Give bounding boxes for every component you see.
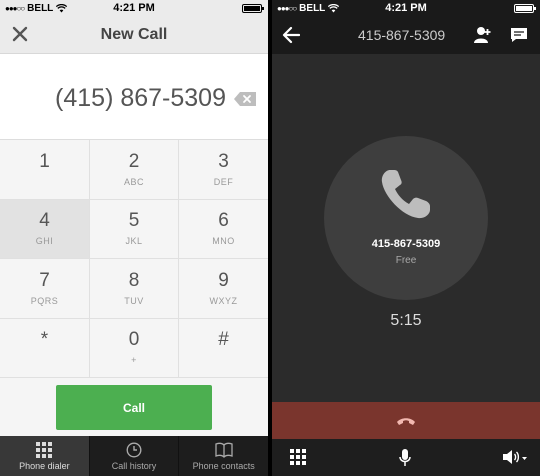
- wifi-icon: [328, 3, 340, 12]
- key-0[interactable]: 0 +: [90, 318, 179, 378]
- back-arrow-icon[interactable]: [282, 26, 300, 44]
- dialer-header: New Call: [0, 16, 268, 54]
- call-controls: [272, 439, 540, 476]
- header-number: 415-867-5309: [358, 27, 446, 43]
- status-time: 4:21 PM: [385, 2, 427, 14]
- key-5[interactable]: 5 JKL: [90, 199, 179, 259]
- call-body: 415-867-5309 Free 5:15: [272, 54, 540, 402]
- keypad: 1 2 ABC 3 DEF 4 GHI 5 JKL 6 MNO 7 PQRS 8 TUV 9W…: [0, 140, 268, 378]
- status-time: 4:21 PM: [113, 2, 155, 14]
- key-3[interactable]: 3 DEF: [179, 140, 268, 200]
- hang-up-icon: [397, 417, 415, 425]
- battery-icon: [514, 4, 536, 13]
- microphone-icon[interactable]: [399, 449, 411, 467]
- call-area: Call: [0, 378, 268, 436]
- call-type: Free: [395, 255, 417, 266]
- key-7[interactable]: 7 PQRS: [0, 259, 90, 319]
- tab-label: Phone dialer: [19, 460, 70, 471]
- backspace-icon[interactable]: [234, 92, 256, 106]
- key-9[interactable]: 9 WXYZ: [179, 259, 268, 319]
- page-title: New Call: [100, 25, 168, 43]
- key-4[interactable]: 4 GHI: [0, 199, 90, 259]
- key-6[interactable]: 6 MNO: [179, 200, 268, 259]
- number-display: (415) 867-5309: [0, 55, 268, 140]
- key-star[interactable]: *: [0, 318, 90, 378]
- phone-icon: [381, 170, 430, 219]
- key-1[interactable]: 1: [0, 140, 90, 200]
- tab-call-history[interactable]: Call history: [90, 436, 180, 476]
- carrier-name: BELL: [27, 2, 54, 14]
- call-button[interactable]: Call: [56, 385, 212, 430]
- key-8[interactable]: 8 TUV: [90, 259, 179, 319]
- key-2[interactable]: 2 ABC: [90, 140, 179, 200]
- carrier-name: BELL: [299, 2, 326, 14]
- add-contact-icon[interactable]: [474, 26, 492, 44]
- signal-icon: ●●●○○: [277, 3, 297, 13]
- call-timer: 5:15: [390, 312, 422, 329]
- tab-phone-contacts[interactable]: Phone contacts: [179, 436, 268, 476]
- key-hash[interactable]: #: [179, 319, 268, 378]
- tab-label: Phone contacts: [192, 460, 255, 471]
- end-call-button[interactable]: [272, 402, 540, 439]
- wifi-icon: [56, 3, 68, 12]
- tab-phone-dialer[interactable]: Phone dialer: [0, 436, 90, 476]
- in-call-screen: ●●●○○ BELL 4:21 PM 415-867-5309 415-867-…: [272, 0, 540, 476]
- book-icon: [215, 442, 233, 458]
- close-icon[interactable]: [10, 24, 30, 44]
- tab-label: Call history: [111, 460, 157, 471]
- call-header: 415-867-5309: [272, 16, 540, 54]
- dialed-number: (415) 867-5309: [55, 84, 226, 112]
- keypad-grid-icon[interactable]: [290, 449, 306, 465]
- keypad-grid-icon: [36, 441, 53, 458]
- dialer-screen: ●●●○○ BELL 4:21 PM New Call (415) 867-53…: [0, 0, 268, 476]
- tab-bar: Phone dialer Call history Phone contacts: [0, 436, 268, 476]
- clock-icon: [126, 441, 142, 458]
- speaker-icon[interactable]: [502, 449, 528, 465]
- signal-icon: ●●●○○: [5, 3, 25, 13]
- callee-avatar: 415-867-5309 Free: [324, 136, 488, 300]
- callee-number: 415-867-5309: [371, 238, 441, 250]
- status-bar: ●●●○○ BELL 4:21 PM: [0, 0, 268, 16]
- battery-icon: [242, 4, 264, 13]
- message-icon[interactable]: [510, 27, 528, 43]
- status-bar: ●●●○○ BELL 4:21 PM: [272, 0, 540, 16]
